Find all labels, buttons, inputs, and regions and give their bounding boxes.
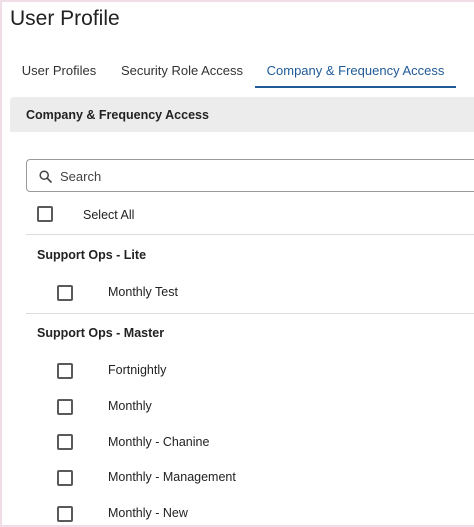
checkbox-monthly[interactable] xyxy=(57,399,73,415)
select-all-label: Select All xyxy=(83,208,135,222)
panel-header: Company & Frequency Access xyxy=(10,97,474,132)
checkbox-fortnightly[interactable] xyxy=(57,363,73,379)
checkbox-monthly-management[interactable] xyxy=(57,470,73,486)
search-input[interactable] xyxy=(60,166,460,186)
item-label-monthly-new: Monthly - New xyxy=(108,506,188,520)
tab-user-profiles[interactable]: User Profiles xyxy=(12,56,106,88)
divider xyxy=(26,313,474,314)
search-icon xyxy=(39,170,52,183)
item-label-monthly: Monthly xyxy=(108,399,152,413)
item-label-monthly-test: Monthly Test xyxy=(108,285,178,299)
item-label-fortnightly: Fortnightly xyxy=(108,363,167,377)
group-title-support-ops-lite: Support Ops - Lite xyxy=(37,248,147,262)
search-box[interactable] xyxy=(26,159,474,192)
page-title: User Profile xyxy=(10,7,120,30)
checkbox-monthly-new[interactable] xyxy=(57,506,73,522)
group-title-support-ops-master: Support Ops - Master xyxy=(37,326,165,340)
divider xyxy=(26,234,474,235)
checkbox-monthly-test[interactable] xyxy=(57,285,73,301)
item-label-monthly-chanine: Monthly - Chanine xyxy=(108,435,210,449)
checkbox-monthly-chanine[interactable] xyxy=(57,434,73,450)
item-label-monthly-management: Monthly - Management xyxy=(108,470,236,484)
tab-bar: User Profiles Security Role Access Compa… xyxy=(10,56,474,88)
tab-security-role-access[interactable]: Security Role Access xyxy=(115,56,249,88)
select-all-checkbox[interactable] xyxy=(37,206,53,222)
tab-company-frequency-access[interactable]: Company & Frequency Access xyxy=(255,56,456,88)
panel-title: Company & Frequency Access xyxy=(26,108,209,122)
